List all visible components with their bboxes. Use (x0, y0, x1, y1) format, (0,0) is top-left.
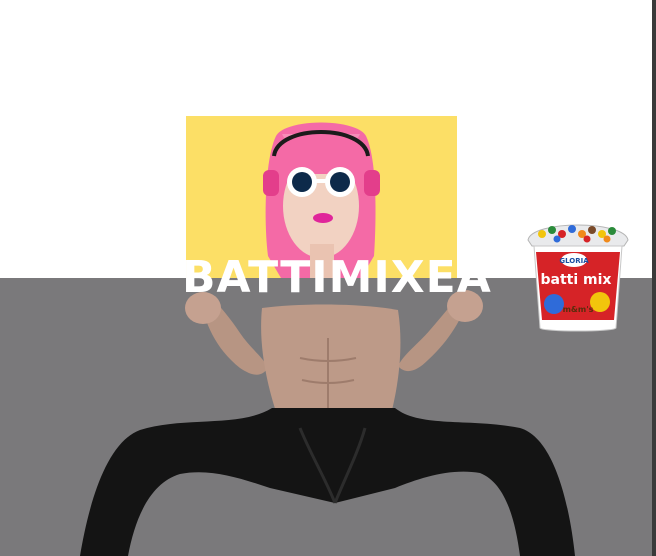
product-candy-label: m&m's (563, 305, 594, 314)
product-brand-label: GLORIA (559, 257, 589, 265)
headline-text: BATTIMIXEA (182, 252, 492, 303)
product-name-label: batti mix (541, 272, 612, 288)
right-edge-strip (652, 0, 656, 556)
product-cup-image: GLORIA batti mix m&m's (527, 224, 629, 332)
